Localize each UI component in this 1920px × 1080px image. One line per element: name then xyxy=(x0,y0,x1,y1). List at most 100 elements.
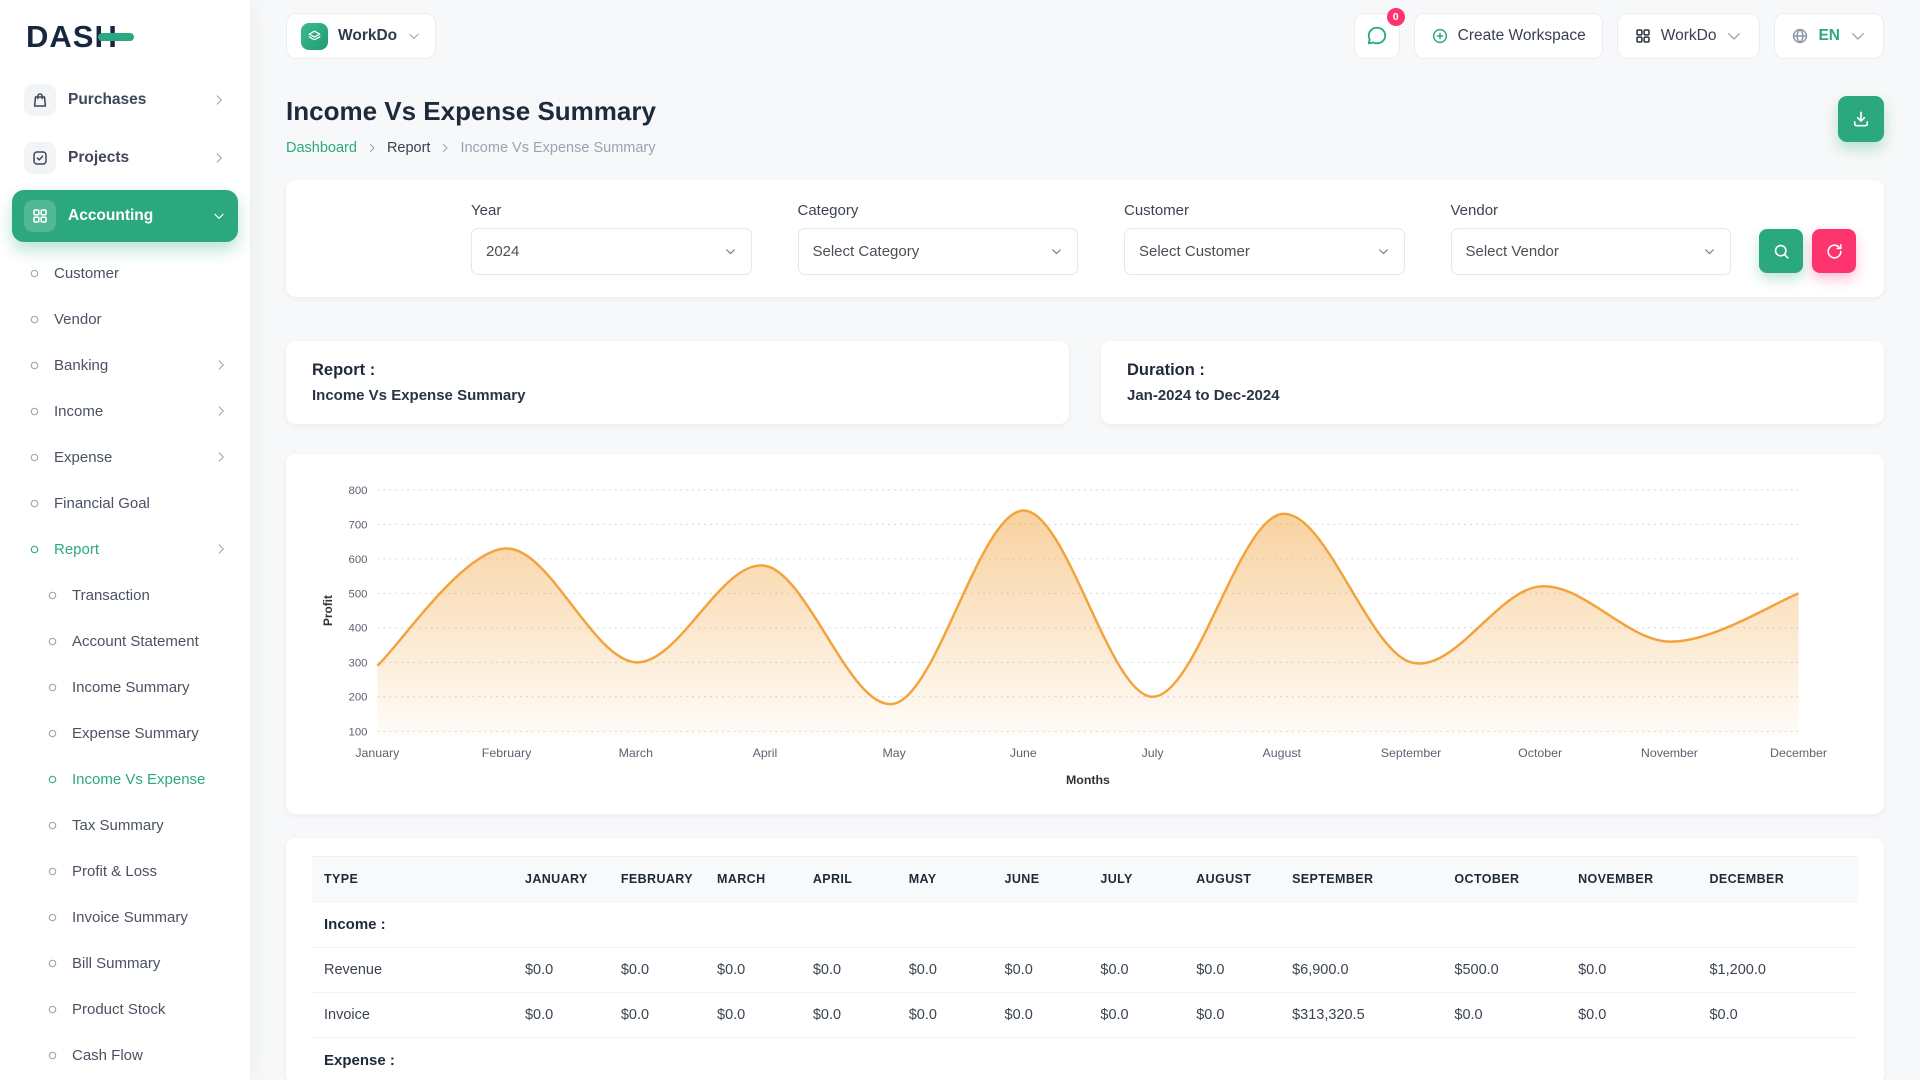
sidebar-item-accounting[interactable]: Accounting xyxy=(12,190,238,242)
svg-text:June: June xyxy=(1010,746,1037,760)
table-cell: $1,200.0 xyxy=(1697,947,1858,992)
sidebar-item-expense-summary[interactable]: Expense Summary xyxy=(18,710,238,756)
chevron-down-icon xyxy=(1377,245,1390,258)
sidebar-item-tax-summary[interactable]: Tax Summary xyxy=(18,802,238,848)
chevron-right-icon xyxy=(366,142,378,154)
workspace-selector[interactable]: WorkDo xyxy=(286,13,436,59)
svg-text:200: 200 xyxy=(348,692,367,704)
chart-card: 100200300400500600700800JanuaryFebruaryM… xyxy=(286,454,1884,814)
language-selector[interactable]: EN xyxy=(1774,13,1884,59)
filter-fields: Year 2024 Category Select Category Custo… xyxy=(471,202,1731,275)
sidebar-item-product-stock[interactable]: Product Stock xyxy=(18,986,238,1032)
sidebar-item-projects[interactable]: Projects xyxy=(12,132,238,184)
check-square-icon xyxy=(31,149,49,167)
sidebar: DASH Purchases Projects Accounting Customer… xyxy=(0,0,250,1080)
filter-panel: Year 2024 Category Select Category Custo… xyxy=(286,180,1884,297)
column-header: FEBRUARY xyxy=(609,856,705,901)
svg-text:March: March xyxy=(619,746,653,760)
sidebar-item-expense[interactable]: Expense xyxy=(18,434,238,480)
apply-filter-button[interactable] xyxy=(1759,229,1803,273)
layers-icon xyxy=(307,29,322,44)
breadcrumb-item[interactable]: Report xyxy=(387,140,431,156)
row-type: Invoice xyxy=(312,992,513,1037)
svg-text:October: October xyxy=(1518,746,1562,760)
sidebar-item-cash-flow[interactable]: Cash Flow xyxy=(18,1032,238,1078)
circle-dot-icon xyxy=(46,727,59,740)
sidebar-item-vendor[interactable]: Vendor xyxy=(18,296,238,342)
filter-actions xyxy=(1759,229,1856,275)
chevron-down-icon xyxy=(212,209,226,223)
sidebar-item-label: Financial Goal xyxy=(54,495,228,512)
table-cell: $0.0 xyxy=(609,947,705,992)
table-cell: $0.0 xyxy=(1184,992,1280,1037)
workspace-menu-button[interactable]: WorkDo xyxy=(1617,13,1761,59)
report-label: Report : xyxy=(312,361,1043,380)
table-cell: $0.0 xyxy=(513,992,609,1037)
sidebar-item-report[interactable]: Report xyxy=(18,526,238,572)
sidebar-item-invoice-summary[interactable]: Invoice Summary xyxy=(18,894,238,940)
svg-text:August: August xyxy=(1263,746,1302,760)
circle-dot-icon xyxy=(28,313,41,326)
sidebar-item-income-vs-expense[interactable]: Income Vs Expense xyxy=(18,756,238,802)
download-icon xyxy=(1851,109,1871,129)
sidebar-item-label: Report xyxy=(54,541,201,558)
topbar-actions: 0 Create Workspace WorkDo EN xyxy=(1354,13,1884,59)
customer-label: Customer xyxy=(1124,202,1405,219)
table-cell: $313,320.5 xyxy=(1280,992,1442,1037)
svg-text:300: 300 xyxy=(348,657,367,669)
table-cell: $0.0 xyxy=(897,992,993,1037)
year-select[interactable]: 2024 xyxy=(471,228,752,275)
sidebar-item-banking[interactable]: Banking xyxy=(18,342,238,388)
customer-select[interactable]: Select Customer xyxy=(1124,228,1405,275)
download-button[interactable] xyxy=(1838,96,1884,142)
circle-dot-icon xyxy=(28,267,41,280)
sidebar-item-purchases[interactable]: Purchases xyxy=(12,74,238,126)
circle-dot-icon xyxy=(28,497,41,510)
circle-dot-icon xyxy=(46,957,59,970)
report-summary-card: Report : Income Vs Expense Summary xyxy=(286,341,1069,424)
svg-text:May: May xyxy=(883,746,907,760)
table-cell: $0.0 xyxy=(801,947,897,992)
chevron-down-icon xyxy=(724,245,737,258)
table-cell: $6,900.0 xyxy=(1280,947,1442,992)
chevron-down-icon xyxy=(1725,27,1743,45)
app-logo[interactable]: DASH xyxy=(12,0,238,74)
create-workspace-button[interactable]: Create Workspace xyxy=(1414,13,1603,59)
sidebar-item-transaction[interactable]: Transaction xyxy=(18,572,238,618)
sidebar-item-label: Income xyxy=(54,403,201,420)
column-header: JUNE xyxy=(993,856,1089,901)
sidebar-item-customer[interactable]: Customer xyxy=(18,250,238,296)
table-cell: $0.0 xyxy=(1088,947,1184,992)
svg-text:November: November xyxy=(1641,746,1698,760)
table-section-row: Expense : xyxy=(312,1037,1858,1080)
sidebar-item-income-summary[interactable]: Income Summary xyxy=(18,664,238,710)
sidebar-item-label: Income Vs Expense xyxy=(72,771,228,788)
duration-value: Jan-2024 to Dec-2024 xyxy=(1127,387,1858,404)
sidebar-item-profit-loss[interactable]: Profit & Loss xyxy=(18,848,238,894)
sidebar-item-financial-goal[interactable]: Financial Goal xyxy=(18,480,238,526)
breadcrumb-item[interactable]: Dashboard xyxy=(286,140,357,156)
sidebar-item-bill-summary[interactable]: Bill Summary xyxy=(18,940,238,986)
shopping-bag-icon xyxy=(31,91,49,109)
category-filter: Category Select Category xyxy=(798,202,1079,275)
vendor-select[interactable]: Select Vendor xyxy=(1451,228,1732,275)
language-code: EN xyxy=(1818,27,1840,45)
sidebar-item-label: Income Summary xyxy=(72,679,228,696)
messages-button[interactable]: 0 xyxy=(1354,13,1400,59)
y-axis-title: Profit xyxy=(321,595,335,626)
circle-dot-icon xyxy=(46,635,59,648)
svg-text:400: 400 xyxy=(348,623,367,635)
chevron-down-icon xyxy=(1703,245,1716,258)
sidebar-item-account-statement[interactable]: Account Statement xyxy=(18,618,238,664)
sidebar-item-label: Expense xyxy=(54,449,201,466)
column-header: OCTOBER xyxy=(1442,856,1566,901)
profit-area-chart: 100200300400500600700800JanuaryFebruaryM… xyxy=(314,474,1856,789)
sidebar-item-income[interactable]: Income xyxy=(18,388,238,434)
grid-icon xyxy=(31,207,49,225)
column-header: JULY xyxy=(1088,856,1184,901)
sidebar-item-label: Account Statement xyxy=(72,633,228,650)
category-select[interactable]: Select Category xyxy=(798,228,1079,275)
reset-filter-button[interactable] xyxy=(1812,229,1856,273)
svg-text:July: July xyxy=(1142,746,1165,760)
circle-dot-icon xyxy=(46,911,59,924)
